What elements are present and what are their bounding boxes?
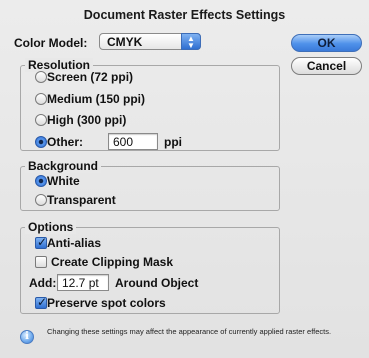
resolution-medium-radio[interactable] [35,93,47,105]
background-transparent-label[interactable]: Transparent [47,193,116,207]
clipping-mask-label[interactable]: Create Clipping Mask [51,255,173,269]
resolution-high-label[interactable]: High (300 ppi) [47,113,126,127]
dialog-title: Document Raster Effects Settings [83,8,286,22]
info-message: Changing these settings may affect the a… [47,327,332,336]
ok-button[interactable]: OK [291,34,362,52]
resolution-medium-label[interactable]: Medium (150 ppi) [47,92,145,106]
resolution-other-input[interactable]: 600 [108,133,158,150]
clipping-mask-checkbox[interactable] [35,256,47,268]
resolution-other-radio[interactable] [35,136,47,148]
resolution-unit-label: ppi [164,135,182,149]
resolution-screen-label[interactable]: Screen (72 ppi) [47,70,133,84]
add-label: Add: [29,276,57,290]
up-down-arrows-icon: ▲ ▼ [181,33,201,50]
options-group-label: Options [25,220,77,234]
background-transparent-radio[interactable] [35,194,47,206]
background-white-label[interactable]: White [47,174,80,188]
resolution-high-radio[interactable] [35,114,47,126]
cancel-button[interactable]: Cancel [291,57,362,75]
anti-alias-label[interactable]: Anti-alias [47,236,101,250]
add-amount-input[interactable]: 12.7 pt [57,274,109,291]
background-group: Background White Transparent [20,159,280,211]
resolution-group: Resolution Screen (72 ppi) Medium (150 p… [20,58,280,151]
background-white-radio[interactable] [35,175,47,187]
anti-alias-checkbox[interactable] [35,235,47,249]
background-group-label: Background [25,159,102,173]
preserve-spot-checkbox[interactable] [35,295,47,309]
preserve-spot-label[interactable]: Preserve spot colors [47,296,166,310]
options-group: Options Anti-alias Create Clipping Mask … [20,220,280,314]
resolution-screen-radio[interactable] [35,71,47,83]
around-object-label: Around Object [115,276,199,290]
color-model-value: CMYK [107,35,143,49]
resolution-other-label[interactable]: Other: [47,135,83,149]
info-icon: i [20,330,34,344]
raster-effects-dialog: Document Raster Effects Settings Color M… [0,0,369,358]
color-model-select[interactable]: CMYK ▲ ▼ [99,33,201,50]
color-model-label: Color Model: [14,36,88,50]
